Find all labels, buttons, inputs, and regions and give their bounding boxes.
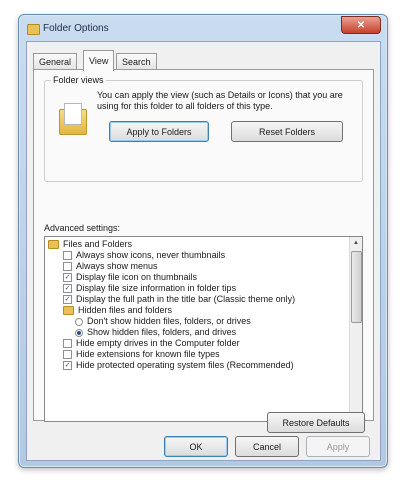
setting-hide-empty-drives[interactable]: Hide empty drives in the Computer folder — [45, 338, 350, 349]
setting-label: Always show menus — [76, 261, 158, 271]
setting-display-file-size[interactable]: ✓ Display file size information in folde… — [45, 283, 350, 294]
close-icon: ✕ — [356, 19, 366, 31]
folder-views-description: You can apply the view (such as Details … — [97, 90, 343, 111]
setting-label: Hide protected operating system files (R… — [76, 360, 294, 370]
checkbox[interactable] — [63, 251, 72, 260]
setting-hide-protected-files[interactable]: ✓ Hide protected operating system files … — [45, 360, 350, 371]
tab-view[interactable]: View — [83, 50, 115, 71]
advanced-settings-tree[interactable]: Files and Folders Always show icons, nev… — [44, 236, 363, 422]
setting-display-full-path[interactable]: ✓ Display the full path in the title bar… — [45, 294, 350, 305]
folder-views-group: Folder views You can apply the view (suc… — [44, 75, 363, 182]
scroll-up-icon[interactable]: ▲ — [350, 237, 362, 249]
setting-hide-extensions[interactable]: Hide extensions for known file types — [45, 349, 350, 360]
apply-button[interactable]: Apply — [306, 436, 370, 457]
folder-views-icon — [59, 103, 87, 135]
setting-label: Display the full path in the title bar (… — [76, 294, 296, 304]
tree-item-label: Files and Folders — [63, 239, 133, 249]
setting-label: Hide extensions for known file types — [76, 349, 220, 359]
setting-label: Display file size information in folder … — [76, 283, 237, 293]
checkbox-checked[interactable]: ✓ — [63, 295, 72, 304]
window-title: Folder Options — [43, 23, 109, 34]
setting-always-show-menus[interactable]: Always show menus — [45, 261, 350, 272]
tree-folder-hidden-files: Hidden files and folders — [45, 305, 350, 316]
checkbox[interactable] — [63, 339, 72, 348]
ok-button[interactable]: OK — [164, 436, 228, 457]
close-button[interactable]: ✕ — [341, 16, 381, 34]
dialog-body: General View Search Folder views You can… — [26, 41, 381, 461]
setting-label: Don't show hidden files, folders, or dri… — [87, 316, 251, 326]
radio-button[interactable] — [75, 317, 83, 326]
setting-show-hidden[interactable]: Show hidden files, folders, and drives — [45, 327, 350, 338]
setting-label: Hide empty drives in the Computer folder — [76, 338, 240, 348]
setting-label: Display file icon on thumbnails — [76, 272, 198, 282]
title-bar[interactable]: Folder Options ✕ — [19, 15, 387, 41]
setting-label: Show hidden files, folders, and drives — [87, 327, 237, 337]
reset-folders-button[interactable]: Reset Folders — [231, 121, 343, 142]
checkbox-checked[interactable]: ✓ — [63, 361, 72, 370]
restore-defaults-button[interactable]: Restore Defaults — [267, 412, 365, 433]
tab-search[interactable]: Search — [116, 53, 157, 70]
folder-views-label: Folder views — [51, 75, 106, 85]
tab-general[interactable]: General — [33, 53, 78, 70]
vertical-scrollbar[interactable]: ▲ ▼ — [349, 237, 362, 421]
apply-to-folders-button[interactable]: Apply to Folders — [109, 121, 209, 142]
checkbox-checked[interactable]: ✓ — [63, 273, 72, 282]
advanced-settings-label: Advanced settings: — [44, 223, 121, 233]
setting-display-file-icon[interactable]: ✓ Display file icon on thumbnails — [45, 272, 350, 283]
checkbox[interactable] — [63, 350, 72, 359]
folder-paper-shape — [64, 103, 82, 125]
folder-icon — [48, 240, 59, 249]
advanced-settings-list: Files and Folders Always show icons, nev… — [45, 239, 350, 371]
view-tab-panel: Folder views You can apply the view (suc… — [33, 69, 374, 422]
scrollbar-thumb[interactable] — [351, 251, 362, 323]
setting-dont-show-hidden[interactable]: Don't show hidden files, folders, or dri… — [45, 316, 350, 327]
folder-options-window: Folder Options ✕ General View Search Fol… — [18, 14, 388, 468]
setting-always-show-icons[interactable]: Always show icons, never thumbnails — [45, 250, 350, 261]
folder-icon — [27, 24, 40, 35]
checkbox[interactable] — [63, 262, 72, 271]
checkbox-checked[interactable]: ✓ — [63, 284, 72, 293]
radio-button-selected[interactable] — [75, 328, 83, 337]
tree-item-label: Hidden files and folders — [78, 305, 173, 315]
cancel-button[interactable]: Cancel — [235, 436, 299, 457]
setting-label: Always show icons, never thumbnails — [76, 250, 226, 260]
folder-icon — [63, 306, 74, 315]
tree-folder-files-and-folders: Files and Folders — [45, 239, 350, 250]
